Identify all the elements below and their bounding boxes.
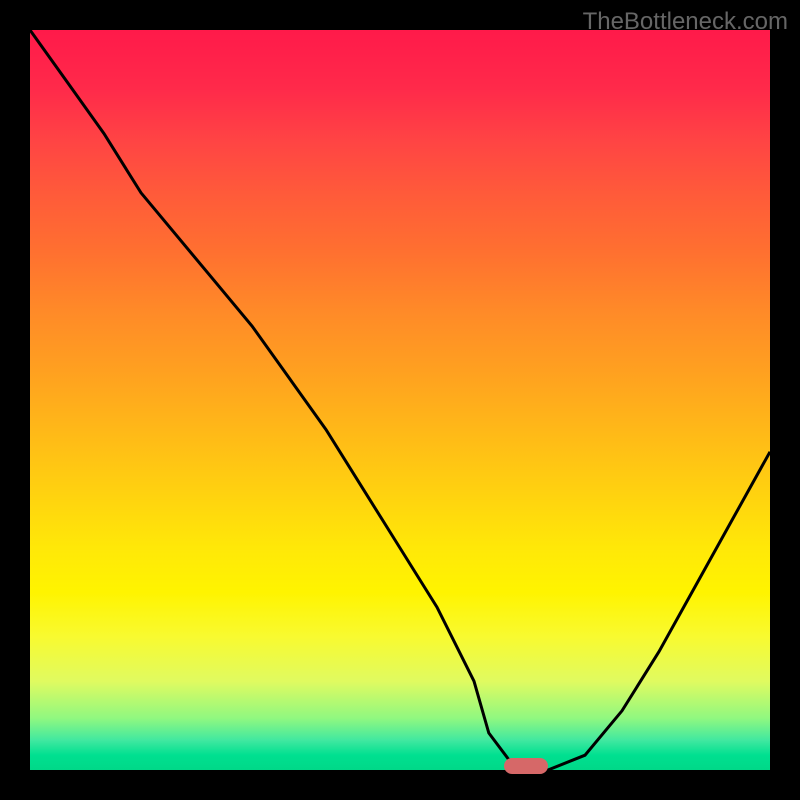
watermark-text: TheBottleneck.com [583,8,788,36]
optimal-marker [504,758,548,774]
bottleneck-curve [30,30,770,770]
